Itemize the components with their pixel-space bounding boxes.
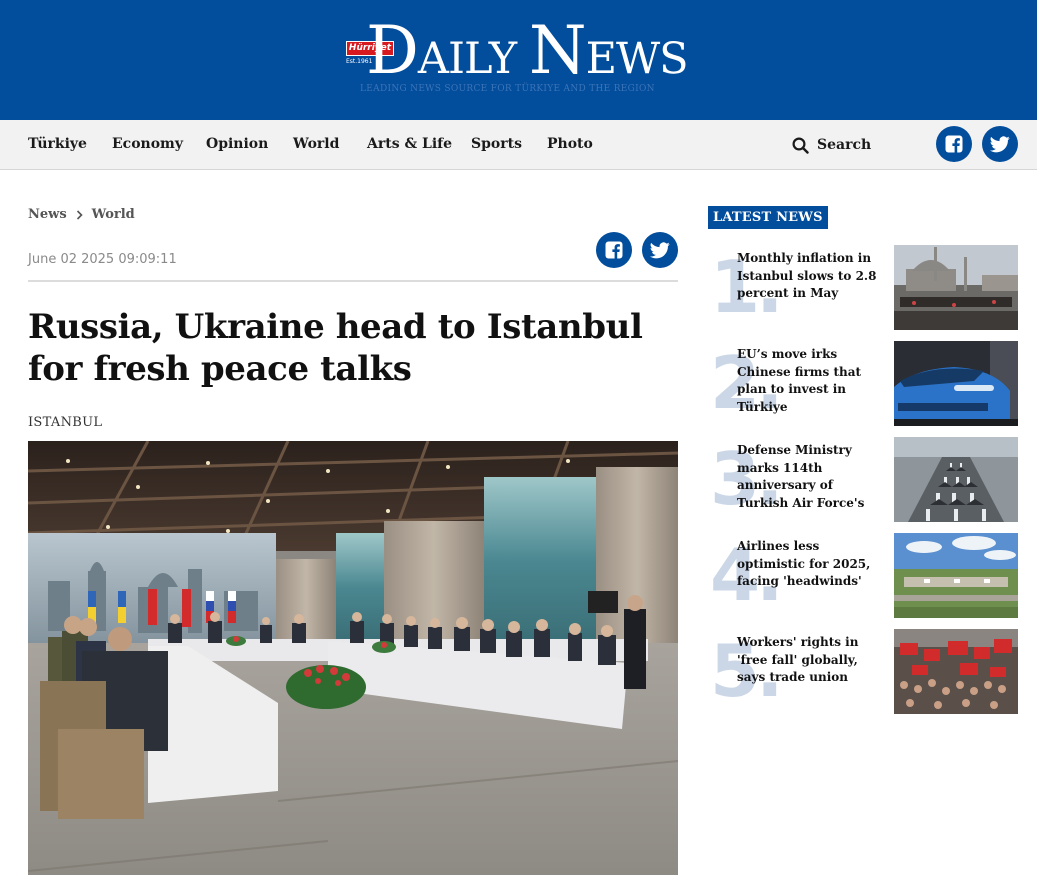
nav-item-sports[interactable]: Sports xyxy=(471,136,522,152)
news-title[interactable]: Monthly inflation in Istanbul slows to 2… xyxy=(737,250,877,303)
nav-facebook-button[interactable] xyxy=(936,126,972,162)
facebook-icon xyxy=(605,241,623,259)
breadcrumb: News World xyxy=(28,207,135,222)
nav-twitter-button[interactable] xyxy=(982,126,1018,162)
nav-item-arts-life[interactable]: Arts & Life xyxy=(367,136,452,152)
latest-news-item-5[interactable]: 5. Workers' rights in 'free fall' global… xyxy=(708,629,1018,715)
search-icon xyxy=(792,136,809,154)
nav-item-opinion[interactable]: Opinion xyxy=(206,136,268,152)
logo-letter-n: N xyxy=(528,12,587,89)
logo-word-aily: AILY xyxy=(417,34,517,84)
article-dateline: ISTANBUL xyxy=(28,415,103,430)
news-thumbnail-car[interactable] xyxy=(894,341,1018,426)
latest-news-item-4[interactable]: 4. Airlines less optimistic for 2025, fa… xyxy=(708,533,1018,619)
latest-news-item-1[interactable]: 1. Monthly inflation in Istanbul slows t… xyxy=(708,245,1018,331)
article-lead-photo xyxy=(28,441,678,875)
news-thumbnail-jets[interactable] xyxy=(894,437,1018,522)
logo-letter-d: D xyxy=(366,12,419,89)
latest-news-label: LATEST NEWS xyxy=(708,206,828,229)
breadcrumb-world[interactable]: World xyxy=(92,207,135,222)
news-title[interactable]: Workers' rights in 'free fall' globally,… xyxy=(737,634,877,687)
nav-item-turkiye[interactable]: Türkiye xyxy=(28,136,87,152)
twitter-icon xyxy=(650,241,670,258)
site-logo[interactable]: Hürriyet Est.1961 DAILY NEWS LEADING NEW… xyxy=(344,16,704,100)
search-button[interactable]: Search xyxy=(792,135,871,155)
news-title[interactable]: Defense Ministry marks 114th anniversary… xyxy=(737,442,877,512)
news-thumbnail-protest[interactable] xyxy=(894,629,1018,714)
nav-item-economy[interactable]: Economy xyxy=(112,136,183,152)
header-divider xyxy=(28,280,678,282)
main-nav: Türkiye Economy Opinion World Arts & Lif… xyxy=(0,120,1037,170)
logo-word-ews: EWS xyxy=(585,34,689,84)
search-label: Search xyxy=(817,137,872,153)
logo-wordmark: DAILY NEWS xyxy=(366,18,689,92)
twitter-icon xyxy=(990,135,1010,152)
news-thumbnail-istanbul[interactable] xyxy=(894,245,1018,330)
logo-tagline: LEADING NEWS SOURCE FOR TÜRKIYE AND THE … xyxy=(360,84,655,94)
masthead: Hürriyet Est.1961 DAILY NEWS LEADING NEW… xyxy=(0,0,1037,120)
nav-item-photo[interactable]: Photo xyxy=(547,136,593,152)
latest-news-item-3[interactable]: 3. Defense Ministry marks 114th annivers… xyxy=(708,437,1018,523)
share-twitter-button[interactable] xyxy=(642,232,678,268)
nav-item-world[interactable]: World xyxy=(293,136,339,152)
facebook-icon xyxy=(945,135,963,153)
article-date: June 02 2025 09:09:11 xyxy=(28,252,177,267)
news-thumbnail-airport[interactable] xyxy=(894,533,1018,618)
share-facebook-button[interactable] xyxy=(596,232,632,268)
news-title[interactable]: Airlines less optimistic for 2025, facin… xyxy=(737,538,877,591)
news-title[interactable]: EU’s move irks Chinese firms that plan t… xyxy=(737,346,877,416)
article-title: Russia, Ukraine head to Istanbul for fre… xyxy=(28,307,643,389)
chevron-right-icon xyxy=(76,209,83,220)
breadcrumb-news[interactable]: News xyxy=(28,207,67,222)
latest-news-item-2[interactable]: 2. EU’s move irks Chinese firms that pla… xyxy=(708,341,1018,427)
